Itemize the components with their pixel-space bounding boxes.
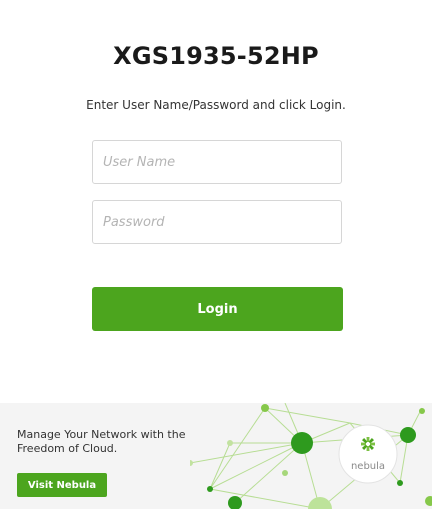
login-instruction: Enter User Name/Password and click Login…: [86, 98, 346, 112]
nebula-logo-text: nebula: [351, 461, 385, 472]
login-button[interactable]: Login: [92, 287, 343, 331]
password-input[interactable]: [92, 200, 342, 244]
network-graphic: nebula: [190, 403, 432, 509]
login-page: XGS1935-52HP Enter User Name/Password an…: [0, 0, 432, 509]
nebula-logo: nebula: [338, 424, 398, 484]
network-node: [291, 432, 313, 454]
banner-tagline: Manage Your Network with the Freedom of …: [17, 428, 186, 455]
username-input[interactable]: [92, 140, 342, 184]
network-node: [308, 497, 332, 509]
network-node: [207, 486, 213, 492]
network-node: [190, 460, 193, 466]
network-node: [419, 408, 425, 414]
network-node: [282, 470, 288, 476]
network-node: [261, 404, 269, 412]
network-node: [397, 480, 403, 486]
network-node: [400, 427, 416, 443]
visit-nebula-button[interactable]: Visit Nebula: [17, 473, 107, 497]
nebula-promo-banner: Manage Your Network with the Freedom of …: [0, 403, 432, 509]
page-title: XGS1935-52HP: [113, 42, 319, 70]
network-node: [227, 440, 233, 446]
network-node: [425, 496, 432, 506]
